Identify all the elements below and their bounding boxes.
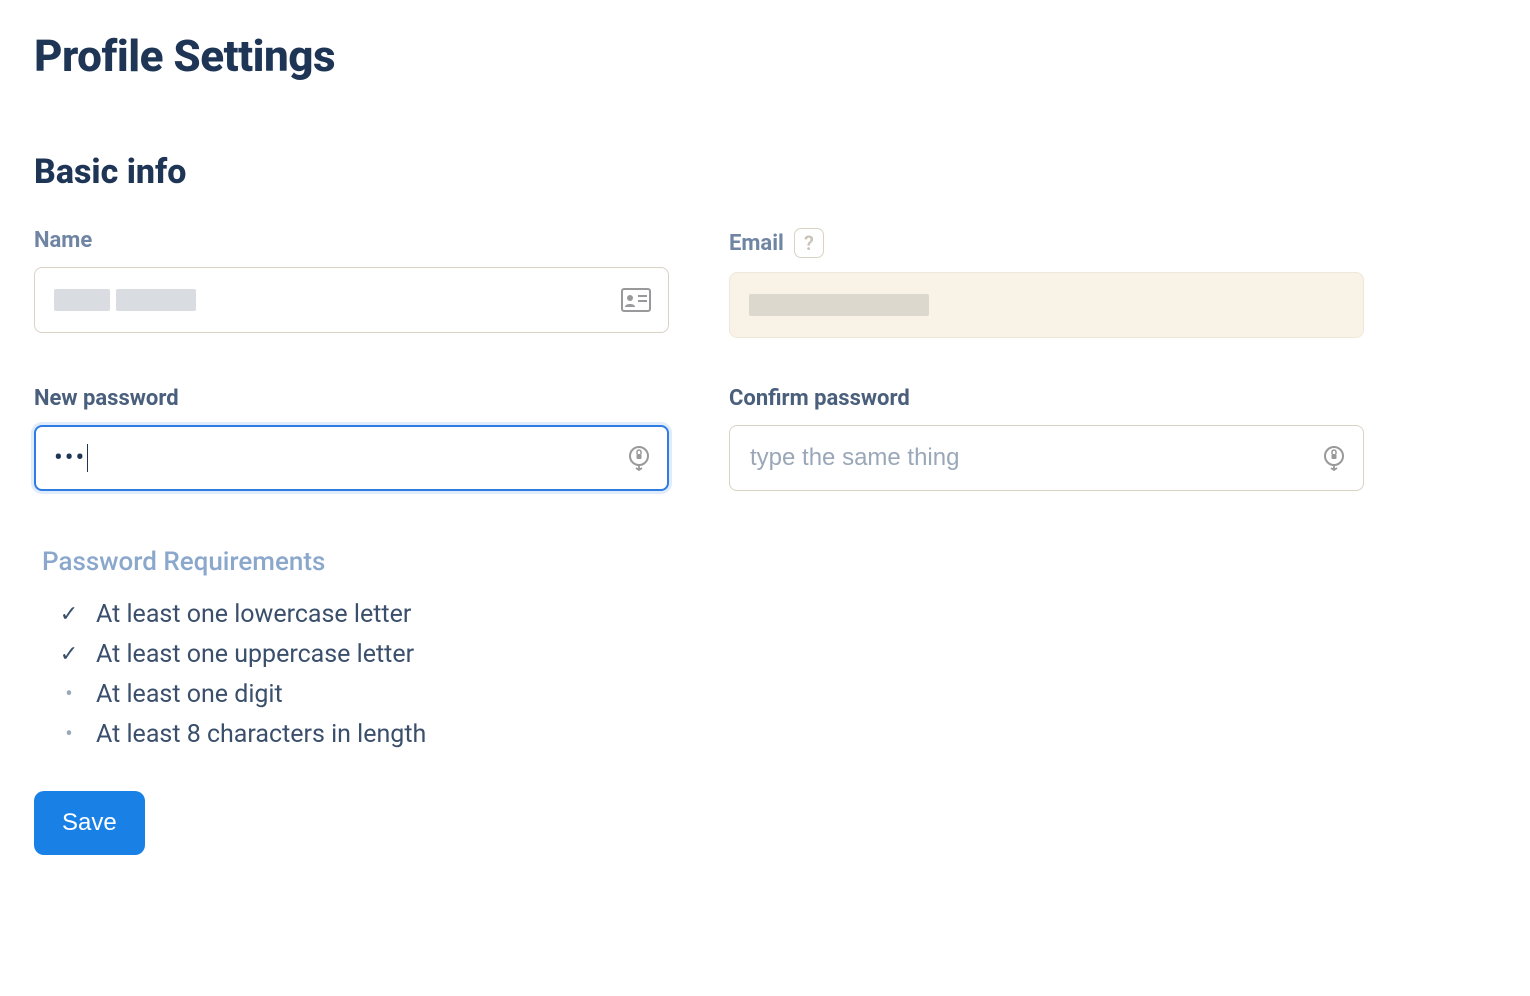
email-label-text: Email: [729, 231, 784, 256]
new-password-label: New password: [34, 386, 669, 411]
confirm-password-input-wrap: [729, 425, 1364, 491]
bullet-icon: •: [58, 717, 80, 752]
email-input-wrap: [729, 272, 1364, 338]
requirement-text: At least 8 characters in length: [96, 715, 426, 755]
page-title: Profile Settings: [34, 30, 1500, 82]
text-caret: [87, 444, 88, 472]
requirement-text: At least one digit: [96, 675, 283, 715]
requirement-text: At least one uppercase letter: [96, 635, 414, 675]
email-redacted-placeholder: [749, 294, 929, 316]
new-password-masked-value: •••: [54, 443, 88, 473]
help-icon[interactable]: ?: [794, 228, 824, 258]
requirement-item: • At least 8 characters in length: [58, 715, 684, 755]
email-field-group: Email ?: [729, 228, 1364, 338]
name-redacted-placeholder: [54, 289, 196, 311]
new-password-input-wrap: •••: [34, 425, 669, 491]
password-manager-icon[interactable]: [1322, 445, 1346, 471]
password-manager-icon[interactable]: [627, 445, 651, 471]
requirement-item: • At least one digit: [58, 675, 684, 715]
check-icon: ✓: [58, 597, 80, 632]
new-password-input[interactable]: [34, 425, 669, 491]
password-requirements-title: Password Requirements: [34, 547, 684, 577]
name-input-wrap: [34, 267, 669, 333]
password-requirements: Password Requirements ✓ At least one low…: [34, 547, 684, 755]
email-label: Email ?: [729, 228, 1364, 258]
requirement-item: ✓ At least one uppercase letter: [58, 635, 684, 675]
section-basic-info-title: Basic info: [34, 152, 1500, 192]
id-card-icon: [621, 288, 651, 312]
confirm-password-field-group: Confirm password: [729, 386, 1364, 491]
requirement-item: ✓ At least one lowercase letter: [58, 595, 684, 635]
name-label: Name: [34, 228, 669, 253]
confirm-password-label: Confirm password: [729, 386, 1364, 411]
confirm-password-input[interactable]: [729, 425, 1364, 491]
password-requirements-list: ✓ At least one lowercase letter ✓ At lea…: [34, 595, 684, 755]
save-button[interactable]: Save: [34, 791, 145, 855]
check-icon: ✓: [58, 637, 80, 672]
bullet-icon: •: [58, 677, 80, 712]
new-password-field-group: New password •••: [34, 386, 669, 491]
basic-info-form: Name Email ?: [34, 228, 1364, 491]
name-field-group: Name: [34, 228, 669, 338]
requirement-text: At least one lowercase letter: [96, 595, 411, 635]
